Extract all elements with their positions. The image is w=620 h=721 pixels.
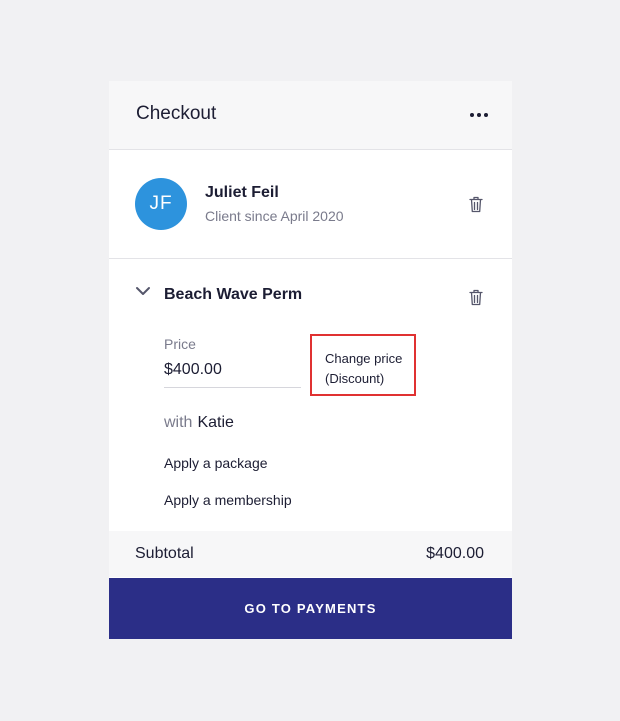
avatar[interactable]: JF bbox=[135, 178, 187, 230]
service-name: Beach Wave Perm bbox=[164, 286, 303, 303]
price-label: Price bbox=[164, 336, 196, 352]
more-horizontal-icon bbox=[470, 113, 488, 117]
staff-row[interactable]: with Katie bbox=[164, 414, 234, 432]
page-title: Checkout bbox=[136, 103, 217, 124]
change-price-label: Change price bbox=[325, 351, 403, 366]
discount-label: (Discount) bbox=[325, 371, 385, 386]
apply-membership-link[interactable]: Apply a membership bbox=[164, 492, 292, 508]
remove-client-button[interactable] bbox=[466, 194, 486, 214]
apply-package-link[interactable]: Apply a package bbox=[164, 455, 268, 471]
subtotal-value: $400.00 bbox=[426, 545, 484, 562]
go-to-payments-button[interactable]: GO TO PAYMENTS bbox=[109, 578, 512, 639]
checkout-header: Checkout bbox=[109, 81, 512, 150]
client-since: Client since April 2020 bbox=[205, 208, 344, 224]
price-input[interactable]: $400.00 bbox=[164, 359, 301, 388]
remove-service-button[interactable] bbox=[466, 287, 486, 307]
trash-icon bbox=[469, 289, 483, 305]
more-options-button[interactable] bbox=[463, 99, 495, 131]
trash-icon bbox=[469, 196, 483, 212]
with-label: with bbox=[164, 414, 193, 431]
chevron-down-icon[interactable] bbox=[133, 281, 153, 301]
change-price-button[interactable]: Change price (Discount) bbox=[310, 334, 416, 396]
subtotal-label: Subtotal bbox=[135, 545, 194, 562]
service-item: Beach Wave Perm Price $400.00 Change pri… bbox=[109, 259, 512, 532]
staff-name: Katie bbox=[197, 414, 234, 431]
checkout-panel: Checkout JF Juliet Feil Client since Apr… bbox=[109, 81, 512, 639]
client-row: JF Juliet Feil Client since April 2020 bbox=[109, 150, 512, 259]
client-name[interactable]: Juliet Feil bbox=[205, 184, 279, 202]
subtotal-row: Subtotal $400.00 bbox=[109, 531, 512, 577]
